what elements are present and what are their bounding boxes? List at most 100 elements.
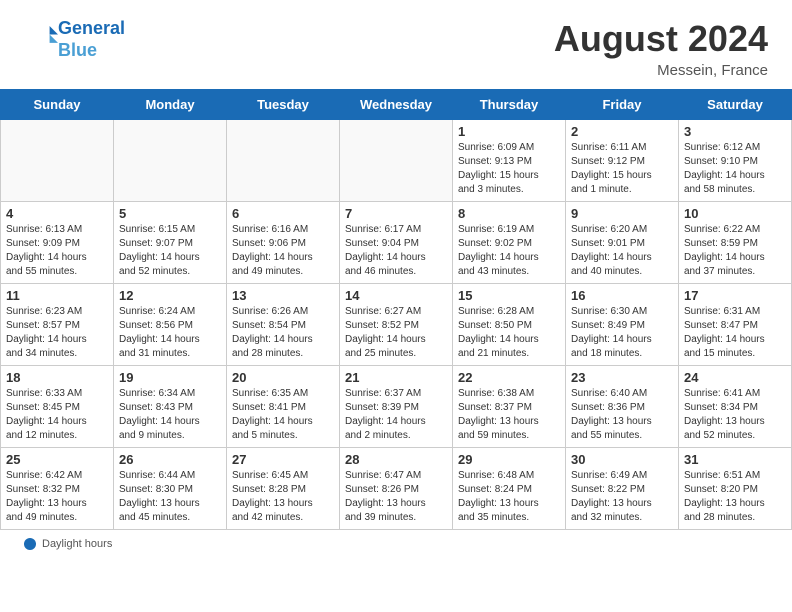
calendar-cell: 4Sunrise: 6:13 AM Sunset: 9:09 PM Daylig…: [1, 202, 114, 284]
daylight-label: Daylight hours: [42, 538, 112, 550]
page-header: GeneralBlue August 2024 Messein, France: [0, 0, 792, 89]
day-info: Sunrise: 6:48 AM Sunset: 8:24 PM Dayligh…: [458, 469, 560, 525]
day-number: 8: [458, 206, 560, 221]
day-info: Sunrise: 6:47 AM Sunset: 8:26 PM Dayligh…: [345, 469, 447, 525]
calendar-cell: 14Sunrise: 6:27 AM Sunset: 8:52 PM Dayli…: [340, 284, 453, 366]
calendar-cell: 21Sunrise: 6:37 AM Sunset: 8:39 PM Dayli…: [340, 366, 453, 448]
calendar-cell: 5 Sunrise: 6:15 AM Sunset: 9:07 PM Daylig…: [114, 202, 227, 284]
day-number: 21: [345, 370, 447, 385]
day-number: 9: [571, 206, 673, 221]
col-monday: Monday: [114, 90, 227, 120]
location: Messein, France: [554, 62, 768, 79]
calendar-cell: 24 Sunrise: 6:41 AM Sunset: 8:34 PM Dayli…: [679, 366, 792, 448]
day-info: Sunrise: 6:31 AM Sunset: 8:47 PM Dayligh…: [684, 305, 786, 361]
day-info: Sunrise: 6:42 AM Sunset: 8:32 PM Dayligh…: [6, 469, 108, 525]
day-number: 3: [684, 124, 786, 139]
day-info: Sunrise: 6:34 AM Sunset: 8:43 PM Dayligh…: [119, 387, 221, 443]
day-number: 2: [571, 124, 673, 139]
day-number: 12: [119, 288, 221, 303]
day-info: Sunrise: 6:20 AM Sunset: 9:01 PM Dayligh…: [571, 223, 673, 279]
day-info: Sunrise: 6:26 AM Sunset: 8:54 PM Dayligh…: [232, 305, 334, 361]
calendar-cell: 17Sunrise: 6:31 AM Sunset: 8:47 PM Dayli…: [679, 284, 792, 366]
day-info: Sunrise: 6:09 AM Sunset: 9:13 PM Dayligh…: [458, 141, 560, 197]
calendar-cell: 6 Sunrise: 6:16 AM Sunset: 9:06 PM Daylig…: [227, 202, 340, 284]
calendar-cell: 25 Sunrise: 6:42 AM Sunset: 8:32 PM Dayli…: [1, 448, 114, 530]
day-number: 22: [458, 370, 560, 385]
calendar-cell: 11Sunrise: 6:23 AM Sunset: 8:57 PM Dayli…: [1, 284, 114, 366]
col-saturday: Saturday: [679, 90, 792, 120]
calendar-cell: 18 Sunrise: 6:33 AM Sunset: 8:45 PM Dayli…: [1, 366, 114, 448]
calendar-cell: [340, 120, 453, 202]
week-row-4: 18 Sunrise: 6:33 AM Sunset: 8:45 PM Dayli…: [1, 366, 792, 448]
day-number: 16: [571, 288, 673, 303]
calendar-cell: 1 Sunrise: 6:09 AM Sunset: 9:13 PM Daylig…: [453, 120, 566, 202]
calendar-cell: 13 Sunrise: 6:26 AM Sunset: 8:54 PM Dayli…: [227, 284, 340, 366]
calendar-cell: 15 Sunrise: 6:28 AM Sunset: 8:50 PM Dayli…: [453, 284, 566, 366]
day-number: 5: [119, 206, 221, 221]
day-number: 27: [232, 452, 334, 467]
day-info: Sunrise: 6:51 AM Sunset: 8:20 PM Dayligh…: [684, 469, 786, 525]
calendar-cell: 9 Sunrise: 6:20 AM Sunset: 9:01 PM Daylig…: [566, 202, 679, 284]
calendar-cell: 19 Sunrise: 6:34 AM Sunset: 8:43 PM Dayli…: [114, 366, 227, 448]
day-number: 1: [458, 124, 560, 139]
calendar-cell: 29 Sunrise: 6:48 AM Sunset: 8:24 PM Dayli…: [453, 448, 566, 530]
day-info: Sunrise: 6:11 AM Sunset: 9:12 PM Dayligh…: [571, 141, 673, 197]
title-block: August 2024 Messein, France: [554, 18, 768, 79]
day-info: Sunrise: 6:27 AM Sunset: 8:52 PM Dayligh…: [345, 305, 447, 361]
week-row-2: 4Sunrise: 6:13 AM Sunset: 9:09 PM Daylig…: [1, 202, 792, 284]
day-info: Sunrise: 6:28 AM Sunset: 8:50 PM Dayligh…: [458, 305, 560, 361]
col-sunday: Sunday: [1, 90, 114, 120]
day-number: 19: [119, 370, 221, 385]
day-number: 11: [6, 288, 108, 303]
day-info: Sunrise: 6:38 AM Sunset: 8:37 PM Dayligh…: [458, 387, 560, 443]
day-info: Sunrise: 6:49 AM Sunset: 8:22 PM Dayligh…: [571, 469, 673, 525]
day-number: 24: [684, 370, 786, 385]
calendar-header-row: Sunday Monday Tuesday Wednesday Thursday…: [1, 90, 792, 120]
day-number: 30: [571, 452, 673, 467]
footer: Daylight hours: [0, 530, 792, 558]
week-row-1: 1 Sunrise: 6:09 AM Sunset: 9:13 PM Daylig…: [1, 120, 792, 202]
day-number: 31: [684, 452, 786, 467]
col-friday: Friday: [566, 90, 679, 120]
calendar-table: Sunday Monday Tuesday Wednesday Thursday…: [0, 89, 792, 530]
calendar-cell: 10Sunrise: 6:22 AM Sunset: 8:59 PM Dayli…: [679, 202, 792, 284]
calendar-cell: [1, 120, 114, 202]
day-number: 15: [458, 288, 560, 303]
day-number: 23: [571, 370, 673, 385]
day-info: Sunrise: 6:13 AM Sunset: 9:09 PM Dayligh…: [6, 223, 108, 279]
calendar-cell: 22 Sunrise: 6:38 AM Sunset: 8:37 PM Dayli…: [453, 366, 566, 448]
calendar-cell: 8 Sunrise: 6:19 AM Sunset: 9:02 PM Daylig…: [453, 202, 566, 284]
calendar-cell: 30 Sunrise: 6:49 AM Sunset: 8:22 PM Dayli…: [566, 448, 679, 530]
calendar-cell: 31 Sunrise: 6:51 AM Sunset: 8:20 PM Dayli…: [679, 448, 792, 530]
day-number: 6: [232, 206, 334, 221]
day-info: Sunrise: 6:15 AM Sunset: 9:07 PM Dayligh…: [119, 223, 221, 279]
calendar-cell: 26Sunrise: 6:44 AM Sunset: 8:30 PM Dayli…: [114, 448, 227, 530]
day-info: Sunrise: 6:17 AM Sunset: 9:04 PM Dayligh…: [345, 223, 447, 279]
day-number: 20: [232, 370, 334, 385]
day-info: Sunrise: 6:12 AM Sunset: 9:10 PM Dayligh…: [684, 141, 786, 197]
day-info: Sunrise: 6:45 AM Sunset: 8:28 PM Dayligh…: [232, 469, 334, 525]
calendar-cell: 28Sunrise: 6:47 AM Sunset: 8:26 PM Dayli…: [340, 448, 453, 530]
day-number: 10: [684, 206, 786, 221]
logo-text: GeneralBlue: [58, 18, 125, 61]
logo-icon: [26, 21, 58, 53]
calendar-cell: [114, 120, 227, 202]
col-tuesday: Tuesday: [227, 90, 340, 120]
day-info: Sunrise: 6:24 AM Sunset: 8:56 PM Dayligh…: [119, 305, 221, 361]
week-row-5: 25 Sunrise: 6:42 AM Sunset: 8:32 PM Dayli…: [1, 448, 792, 530]
day-number: 13: [232, 288, 334, 303]
day-number: 18: [6, 370, 108, 385]
day-number: 29: [458, 452, 560, 467]
day-info: Sunrise: 6:16 AM Sunset: 9:06 PM Dayligh…: [232, 223, 334, 279]
day-info: Sunrise: 6:35 AM Sunset: 8:41 PM Dayligh…: [232, 387, 334, 443]
daylight-indicator: [24, 538, 36, 550]
day-number: 25: [6, 452, 108, 467]
calendar-cell: 3 Sunrise: 6:12 AM Sunset: 9:10 PM Daylig…: [679, 120, 792, 202]
day-info: Sunrise: 6:33 AM Sunset: 8:45 PM Dayligh…: [6, 387, 108, 443]
day-info: Sunrise: 6:19 AM Sunset: 9:02 PM Dayligh…: [458, 223, 560, 279]
day-info: Sunrise: 6:41 AM Sunset: 8:34 PM Dayligh…: [684, 387, 786, 443]
calendar-cell: 7Sunrise: 6:17 AM Sunset: 9:04 PM Daylig…: [340, 202, 453, 284]
calendar-cell: [227, 120, 340, 202]
week-row-3: 11Sunrise: 6:23 AM Sunset: 8:57 PM Dayli…: [1, 284, 792, 366]
calendar-cell: 16Sunrise: 6:30 AM Sunset: 8:49 PM Dayli…: [566, 284, 679, 366]
